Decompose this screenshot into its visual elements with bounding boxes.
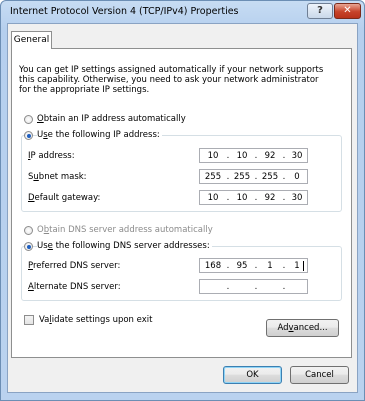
alternate-dns-field[interactable]: . . . (199, 279, 308, 294)
cancel-button[interactable]: Cancel (290, 366, 349, 384)
alternate-dns-label: Alternate DNS server: (28, 282, 121, 292)
dialog-client: General You can get IP settings assigned… (7, 23, 358, 393)
close-button[interactable]: ✕ (334, 3, 361, 19)
general-panel: You can get IP settings assigned automat… (11, 48, 352, 358)
validate-settings-label[interactable]: Validate settings upon exit (39, 315, 152, 325)
ip-address-field[interactable]: 10. 10. 92. 30 (199, 148, 308, 163)
dialog-window: Internet Protocol Version 4 (TCP/IPv4) P… (0, 0, 365, 401)
default-gateway-field[interactable]: 10. 10. 92. 30 (199, 190, 308, 205)
obtain-dns-auto-label[interactable]: Obtain DNS server address automatically (37, 225, 215, 235)
help-button[interactable]: ? (307, 3, 333, 19)
use-following-ip-label[interactable]: Use the following IP address: (37, 130, 162, 140)
close-icon: ✕ (343, 5, 352, 16)
window-title: Internet Protocol Version 4 (TCP/IPv4) P… (10, 6, 239, 17)
help-icon: ? (317, 5, 323, 16)
preferred-dns-field[interactable]: 168. 95. 1. 1 (199, 258, 308, 273)
tab-general[interactable]: General (11, 31, 52, 49)
subnet-mask-field[interactable]: 255. 255. 255. 0 (199, 169, 308, 184)
description-text: You can get IP settings assigned automat… (19, 65, 324, 95)
preferred-dns-label: Preferred DNS server: (28, 261, 121, 271)
text-cursor (303, 261, 304, 271)
use-following-dns-label[interactable]: Use the following DNS server addresses: (37, 241, 212, 251)
subnet-mask-label: Subnet mask: (28, 172, 87, 182)
validate-settings-checkbox[interactable] (24, 315, 34, 325)
ok-button[interactable]: OK (223, 366, 282, 384)
use-following-dns-radio[interactable] (24, 242, 33, 251)
advanced-button[interactable]: Advanced... (266, 319, 339, 337)
use-following-ip-radio[interactable] (24, 131, 33, 140)
ip-address-label: IP address: (28, 151, 75, 161)
default-gateway-label: Default gateway: (28, 193, 101, 203)
obtain-ip-auto-radio[interactable] (24, 115, 33, 124)
obtain-ip-auto-label[interactable]: Obtain an IP address automatically (37, 114, 188, 124)
title-bar[interactable]: Internet Protocol Version 4 (TCP/IPv4) P… (1, 1, 364, 23)
obtain-dns-auto-radio[interactable] (24, 226, 33, 235)
